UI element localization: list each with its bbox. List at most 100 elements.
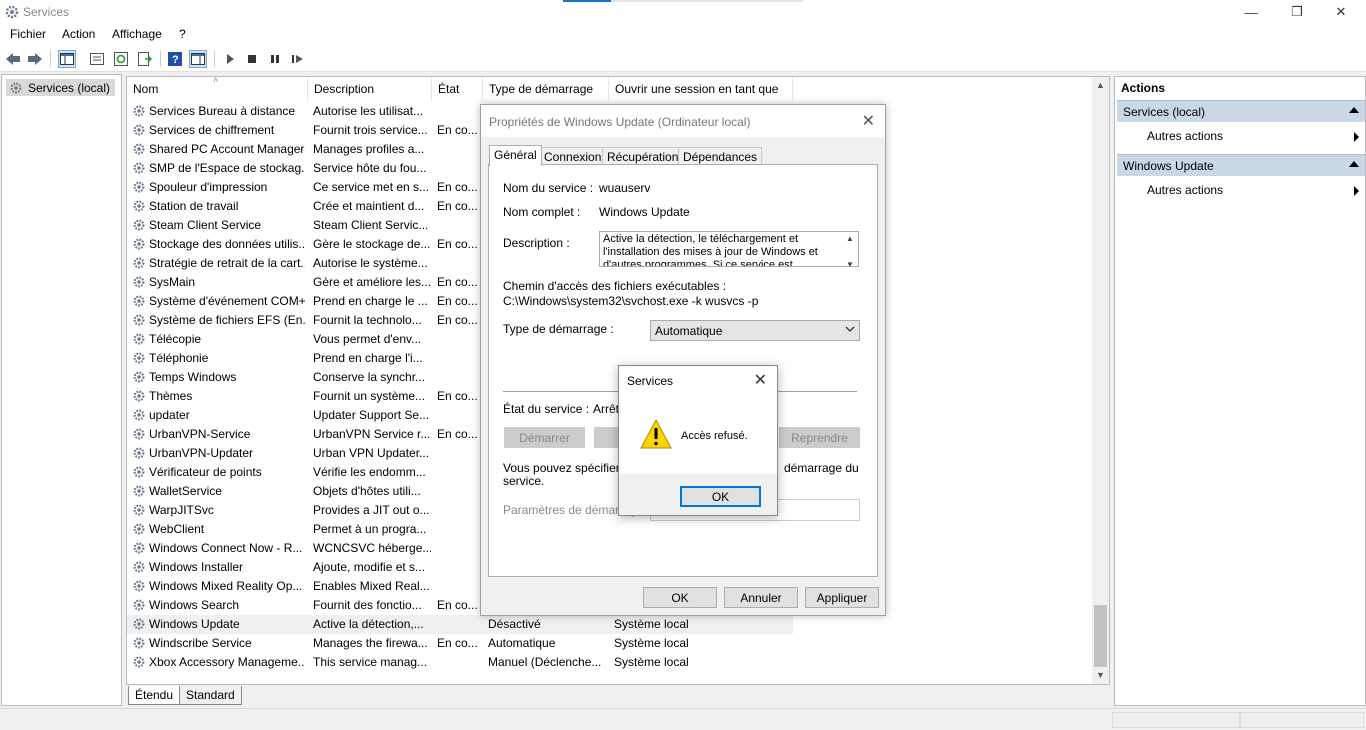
cell-desc: WCNCSVC héberge... (313, 541, 431, 555)
message-ok-button[interactable]: OK (680, 486, 761, 507)
export-button[interactable] (136, 50, 154, 68)
tab-etendu[interactable]: Étendu (128, 686, 181, 705)
close-button[interactable]: ✕ (1318, 0, 1364, 24)
export-icon (138, 52, 152, 66)
column-header-name[interactable]: ˄ Nom (127, 77, 308, 101)
cancel-button[interactable]: Annuler (724, 587, 798, 608)
list-header: ˄ Nom Description État Type de démarrage… (127, 77, 1109, 101)
message-title: Services (627, 374, 674, 388)
start-button[interactable]: Démarrer (504, 427, 585, 448)
table-row[interactable]: Windscribe Service Manages the firewa... E… (127, 634, 793, 653)
properties-dialog: Propriétés de Windows Update (Ordinateur… (480, 104, 886, 616)
list-icon (90, 53, 104, 65)
scroll-up-icon[interactable]: ▲ (1092, 77, 1109, 94)
action-more-actions-2[interactable]: Autres actions (1147, 183, 1223, 197)
warning-icon (640, 418, 672, 449)
submenu-arrow-icon (1354, 186, 1359, 196)
menu-action[interactable]: Action (62, 27, 95, 41)
cell-name: UrbanVPN-Service (149, 427, 251, 441)
cell-name: WebClient (149, 522, 205, 536)
service-gear-icon (133, 162, 145, 174)
action-more-actions-1[interactable]: Autres actions (1147, 129, 1223, 143)
service-gear-icon (133, 295, 145, 307)
info-text-right: démarrage du (784, 461, 859, 475)
service-gear-icon (133, 618, 145, 630)
cell-name: Station de travail (149, 199, 239, 213)
startup-type-select[interactable]: Automatique (650, 320, 860, 341)
tab-recuperation[interactable]: Récupération (602, 147, 684, 165)
cell-state: En co... (437, 123, 478, 137)
cell-name: Système de fichiers EFS (En... (149, 313, 305, 327)
play-icon (227, 54, 234, 64)
pause-service-button[interactable] (266, 50, 284, 68)
tab-connexion[interactable]: Connexion (539, 147, 607, 165)
table-row[interactable]: Windows Update Active la détection,... Dés… (127, 615, 793, 634)
info-text-line2: service. (503, 474, 545, 488)
tree-item-services-local[interactable]: Services (local) (6, 79, 116, 96)
properties-list-button[interactable] (88, 50, 106, 68)
column-header-state[interactable]: État (432, 77, 483, 101)
menu-affichage[interactable]: Affichage (112, 27, 162, 41)
cell-desc: Permet à un progra... (313, 522, 427, 536)
show-tree-button[interactable] (58, 50, 76, 68)
table-row[interactable]: Xbox Accessory Manageme... This service m… (127, 653, 793, 672)
cell-name: Steam Client Service (149, 218, 262, 232)
cell-state: En co... (437, 389, 478, 403)
cell-desc: Fournit trois service... (313, 123, 428, 137)
help-icon: ? (168, 52, 182, 66)
cell-desc: Gère le stockage de... (313, 237, 431, 251)
tab-standard[interactable]: Standard (179, 686, 242, 705)
description-field[interactable]: Active la détection, le téléchargement e… (599, 231, 859, 267)
close-icon[interactable]: ✕ (862, 111, 875, 131)
sort-caret-icon: ˄ (213, 76, 219, 85)
cell-desc: Fournit des fonctio... (313, 598, 422, 612)
vertical-scrollbar[interactable]: ▲ ▼ (1092, 77, 1109, 684)
cell-start: Manuel (Déclenche... (488, 655, 602, 669)
service-gear-icon (133, 276, 145, 288)
restart-icon (292, 55, 303, 63)
cell-desc: Autorise les utilisat... (313, 104, 424, 118)
description-label: Description : (503, 236, 570, 250)
column-header-logon[interactable]: Ouvrir une session en tant que (609, 77, 793, 101)
start-service-button[interactable] (221, 50, 239, 68)
ok-button[interactable]: OK (643, 587, 717, 608)
restart-service-button[interactable] (289, 50, 307, 68)
actions-section-services-local[interactable]: Services (local) (1117, 100, 1365, 122)
cell-desc: Conserve la synchr... (313, 370, 426, 384)
forward-button[interactable] (26, 50, 44, 68)
tree-item-label: Services (local) (28, 81, 111, 95)
cell-desc: Vérifie les endomm... (313, 465, 426, 479)
cell-name: Windows Update (149, 617, 240, 631)
cell-name: Windows Mixed Reality Op... (149, 579, 303, 593)
actions-section-windows-update[interactable]: Windows Update (1117, 154, 1365, 176)
title-bar: Services — ❐ ✕ (0, 0, 1366, 24)
cell-name: Système d'événement COM+ (149, 294, 305, 308)
service-gear-icon (133, 656, 145, 668)
resume-button[interactable]: Reprendre (779, 427, 860, 448)
description-scrollbar[interactable]: ▲ ▼ (842, 232, 858, 266)
menu-fichier[interactable]: Fichier (10, 27, 46, 41)
cell-desc: Objets d'hôtes utili... (313, 484, 421, 498)
minimize-button[interactable]: — (1228, 0, 1274, 24)
services-gear-icon (5, 5, 19, 19)
tab-dependances[interactable]: Dépendances (678, 147, 763, 165)
stop-service-button[interactable] (243, 50, 261, 68)
menu-help[interactable]: ? (179, 27, 186, 41)
service-gear-icon (133, 428, 145, 440)
tab-general[interactable]: Général (489, 145, 542, 166)
scroll-thumb[interactable] (1094, 605, 1107, 667)
service-gear-icon (133, 523, 145, 535)
show-actions-button[interactable] (189, 50, 207, 68)
cell-state: En co... (437, 313, 478, 327)
help-button[interactable]: ? (166, 50, 184, 68)
close-icon[interactable]: ✕ (754, 370, 767, 390)
back-button[interactable] (4, 50, 22, 68)
scroll-down-icon[interactable]: ▼ (1092, 667, 1109, 684)
column-header-startup-type[interactable]: Type de démarrage (483, 77, 609, 101)
service-gear-icon (133, 105, 145, 117)
column-header-description[interactable]: Description (308, 77, 432, 101)
apply-button[interactable]: Appliquer (805, 587, 879, 608)
cell-name: SMP de l'Espace de stockag... (149, 161, 305, 175)
refresh-button[interactable] (112, 50, 130, 68)
maximize-button[interactable]: ❐ (1274, 0, 1320, 24)
